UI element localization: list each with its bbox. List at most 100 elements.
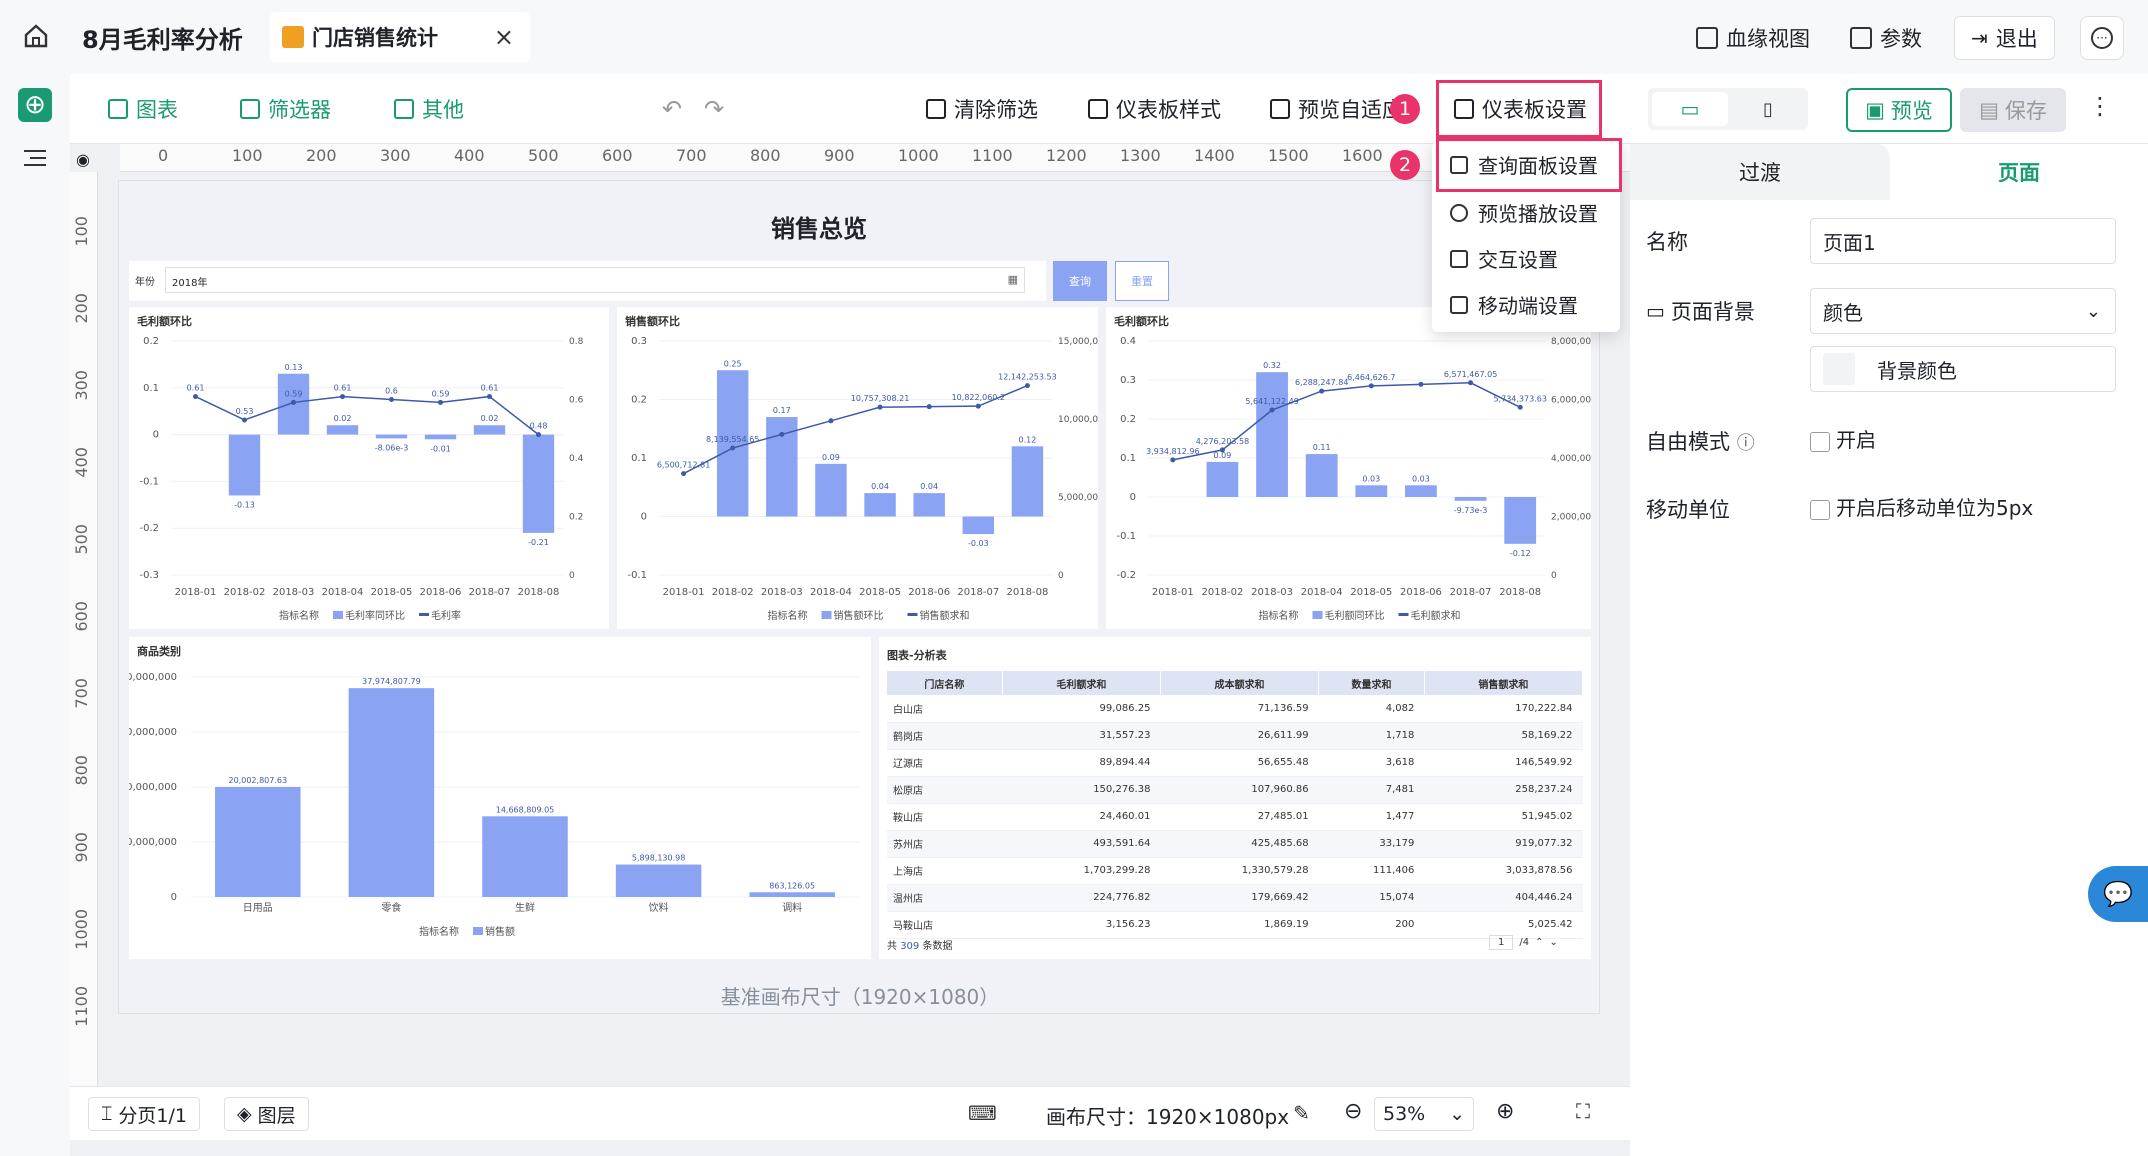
- chevron-up-icon[interactable]: ⌃: [1535, 937, 1543, 948]
- save-button[interactable]: ▤ 保存: [1960, 88, 2066, 132]
- chart-panel-2[interactable]: 销售额环比 0.3 0.2 0.1 0 -0.1 15,000,000 10,000,000 5…: [617, 307, 1110, 629]
- mobile-icon[interactable]: ▯: [1732, 92, 1804, 126]
- bg-color-picker[interactable]: 背景颜色: [1810, 346, 2116, 392]
- help-icon[interactable]: ⓘ: [1737, 433, 1755, 454]
- outline-icon[interactable]: [22, 148, 48, 168]
- page-bg-select[interactable]: 颜色 ⌄: [1810, 288, 2116, 334]
- chart-panel-4[interactable]: 商品类别 40,000,000 30,000,000 20,000,000 10,000…: [120, 637, 871, 959]
- canvas-size-label[interactable]: 画布尺寸：1920×1080px ✎: [1046, 1101, 1310, 1130]
- checkbox[interactable]: [1810, 431, 1830, 452]
- tab-transition[interactable]: 过渡: [1630, 144, 1890, 200]
- highlight-dashboard-settings: [1436, 80, 1602, 138]
- undo-button[interactable]: ↶: [662, 94, 682, 124]
- close-icon[interactable]: ×: [494, 23, 514, 51]
- home-icon[interactable]: [22, 22, 50, 50]
- legend-label: 销售额环比: [834, 609, 884, 622]
- other-button[interactable]: 其他: [394, 94, 464, 124]
- filter-button[interactable]: 筛选器: [240, 94, 331, 124]
- table-row[interactable]: 辽源店 89,894.44 56,655.48 3,618 146,549.92: [887, 749, 1583, 777]
- preview-button[interactable]: ▣ 预览: [1846, 88, 1952, 132]
- line-point: [681, 471, 687, 477]
- params-button[interactable]: 参数: [1850, 16, 1922, 60]
- zoom-in-icon[interactable]: ⊕: [1496, 1099, 1514, 1124]
- table-row[interactable]: 上海店 1,703,299.28 1,330,579.28 111,406 3,033,…: [887, 857, 1583, 885]
- legend-swatch: [821, 611, 832, 619]
- y2-tick-label: 0.6: [569, 396, 584, 406]
- table-row[interactable]: 马鞍山店 3,156.23 1,869.19 200 5,025.42: [887, 911, 1583, 939]
- more-menu-button[interactable]: ···: [2080, 16, 2124, 60]
- table-row[interactable]: 松原店 150,276.38 107,960.86 7,481 258,237.24: [887, 776, 1583, 804]
- redo-button[interactable]: ↷: [704, 94, 724, 124]
- pages-button[interactable]: ⌶ 分页1/1: [88, 1097, 200, 1131]
- ruler-tick: 200: [72, 293, 91, 324]
- chart-panel-1[interactable]: 毛利额环比 0.2 0.1 0 -0.1 -0.2 -0.3 0.8 0.6 0.4 0.2 0 201…: [129, 307, 609, 629]
- table-header-cell[interactable]: 门店名称: [887, 671, 1003, 695]
- interaction-settings-item[interactable]: 交互设置: [1450, 244, 1558, 273]
- y-tick-label: -0.1: [1116, 531, 1136, 542]
- preview-adapt-button[interactable]: 预览自适应: [1270, 94, 1452, 124]
- table-row[interactable]: 苏州店 493,591.64 425,485.68 33,179 919,077.32: [887, 830, 1583, 858]
- page-current[interactable]: 1: [1489, 935, 1514, 950]
- bar: [522, 434, 555, 533]
- more-vertical-icon[interactable]: ⋮: [2088, 92, 2112, 120]
- zoom-select[interactable]: 53% ⌄: [1374, 1097, 1474, 1131]
- tab-page[interactable]: 页面: [1890, 144, 2148, 200]
- line-point: [438, 399, 443, 405]
- table-header-cell[interactable]: 毛利额求和: [1002, 671, 1161, 695]
- table-header-cell[interactable]: 成本额求和: [1160, 671, 1320, 695]
- line-data-label: 0.59: [432, 389, 450, 398]
- x-tick-label: 2018-08: [518, 587, 560, 598]
- table-row[interactable]: 温州店 224,776.82 179,669.42 15,074 404,446.24: [887, 884, 1583, 912]
- bar: [1454, 497, 1487, 501]
- zoom-out-icon[interactable]: ⊖: [1344, 1099, 1362, 1124]
- fit-screen-icon[interactable]: ⛶: [1576, 1099, 1590, 1123]
- lineage-view-button[interactable]: 血缘视图: [1696, 16, 1810, 60]
- table-row[interactable]: 白山店 99,086.25 71,136.59 4,082 170,222.84: [887, 695, 1583, 723]
- eye-icon[interactable]: ◉: [76, 150, 90, 169]
- y-tick-label: 0.1: [1120, 453, 1136, 464]
- chart-button[interactable]: 图表: [108, 94, 178, 124]
- x-tick-label: 日用品: [243, 902, 273, 914]
- name-input[interactable]: 页面1: [1810, 218, 2116, 264]
- dashboard-style-button[interactable]: 仪表板样式: [1088, 94, 1221, 124]
- table-row[interactable]: 鹤岗店 31,557.23 26,611.99 1,718 58,169.22: [887, 722, 1583, 750]
- keyboard-icon[interactable]: ⌨: [968, 1101, 997, 1125]
- chart-panel-3[interactable]: 毛利额环比 0.4 0.3 0.2 0.1 0 -0.1 -0.2 8,000,000 6,000…: [1106, 307, 1597, 629]
- year-select[interactable]: 2018年 ▦: [165, 267, 1025, 293]
- chat-support-icon[interactable]: 💬: [2088, 866, 2148, 922]
- legend-label: 毛利额同环比: [1325, 609, 1385, 622]
- table-cell: 99,086.25: [1002, 695, 1161, 723]
- tab-store-sales[interactable]: 门店销售统计 ×: [270, 12, 530, 62]
- x-tick-label: 2018-07: [469, 587, 511, 598]
- pagination[interactable]: 1 /4 ⌃ ⌄: [1489, 935, 1558, 950]
- data-label: -0.13: [234, 500, 255, 509]
- query-button[interactable]: 查询: [1053, 261, 1107, 301]
- reset-button[interactable]: 重置: [1115, 261, 1169, 301]
- move-unit-checkbox[interactable]: 开启后移动单位为5px: [1810, 492, 2033, 521]
- table-cell: 松原店: [887, 776, 1003, 804]
- add-component-icon[interactable]: ⊕: [18, 88, 52, 122]
- x-tick-label: 2018-01: [175, 587, 217, 598]
- y2-tick-label: 2,000,000: [1551, 513, 1591, 523]
- highlight-query-panel-settings: [1436, 138, 1622, 192]
- mobile-settings-item[interactable]: 移动端设置: [1450, 290, 1578, 319]
- preview-play-settings-item[interactable]: 预览播放设置: [1450, 198, 1598, 227]
- ruler-tick: 1300: [1120, 146, 1161, 165]
- checkbox[interactable]: [1810, 499, 1830, 520]
- chevron-down-icon[interactable]: ⌄: [1550, 937, 1558, 948]
- x-tick-label: 2018-04: [1301, 587, 1343, 598]
- table-header-cell[interactable]: 数量求和: [1318, 671, 1425, 695]
- ruler-tick: 1100: [972, 146, 1013, 165]
- line-data-label: 0.48: [530, 422, 548, 431]
- bar: [864, 493, 896, 517]
- table-panel[interactable]: 图表-分析表 门店名称 毛利额求和 成本额求和 数量求和 销售额求和 白山店 99,086…: [879, 637, 1591, 959]
- table-row[interactable]: 鞍山店 24,460.01 27,485.01 1,477 51,945.02: [887, 803, 1583, 831]
- layers-button[interactable]: ◈ 图层: [224, 1097, 309, 1131]
- legend-swatch: [333, 611, 343, 619]
- exit-button[interactable]: ⇥ 退出: [1954, 16, 2055, 60]
- free-mode-checkbox[interactable]: 开启: [1810, 424, 1876, 453]
- clear-filter-button[interactable]: 清除筛选: [926, 94, 1038, 124]
- table-header-cell[interactable]: 销售额求和: [1424, 671, 1584, 695]
- desktop-icon[interactable]: ▭: [1652, 92, 1728, 126]
- line-data-label: 0.59: [285, 389, 303, 398]
